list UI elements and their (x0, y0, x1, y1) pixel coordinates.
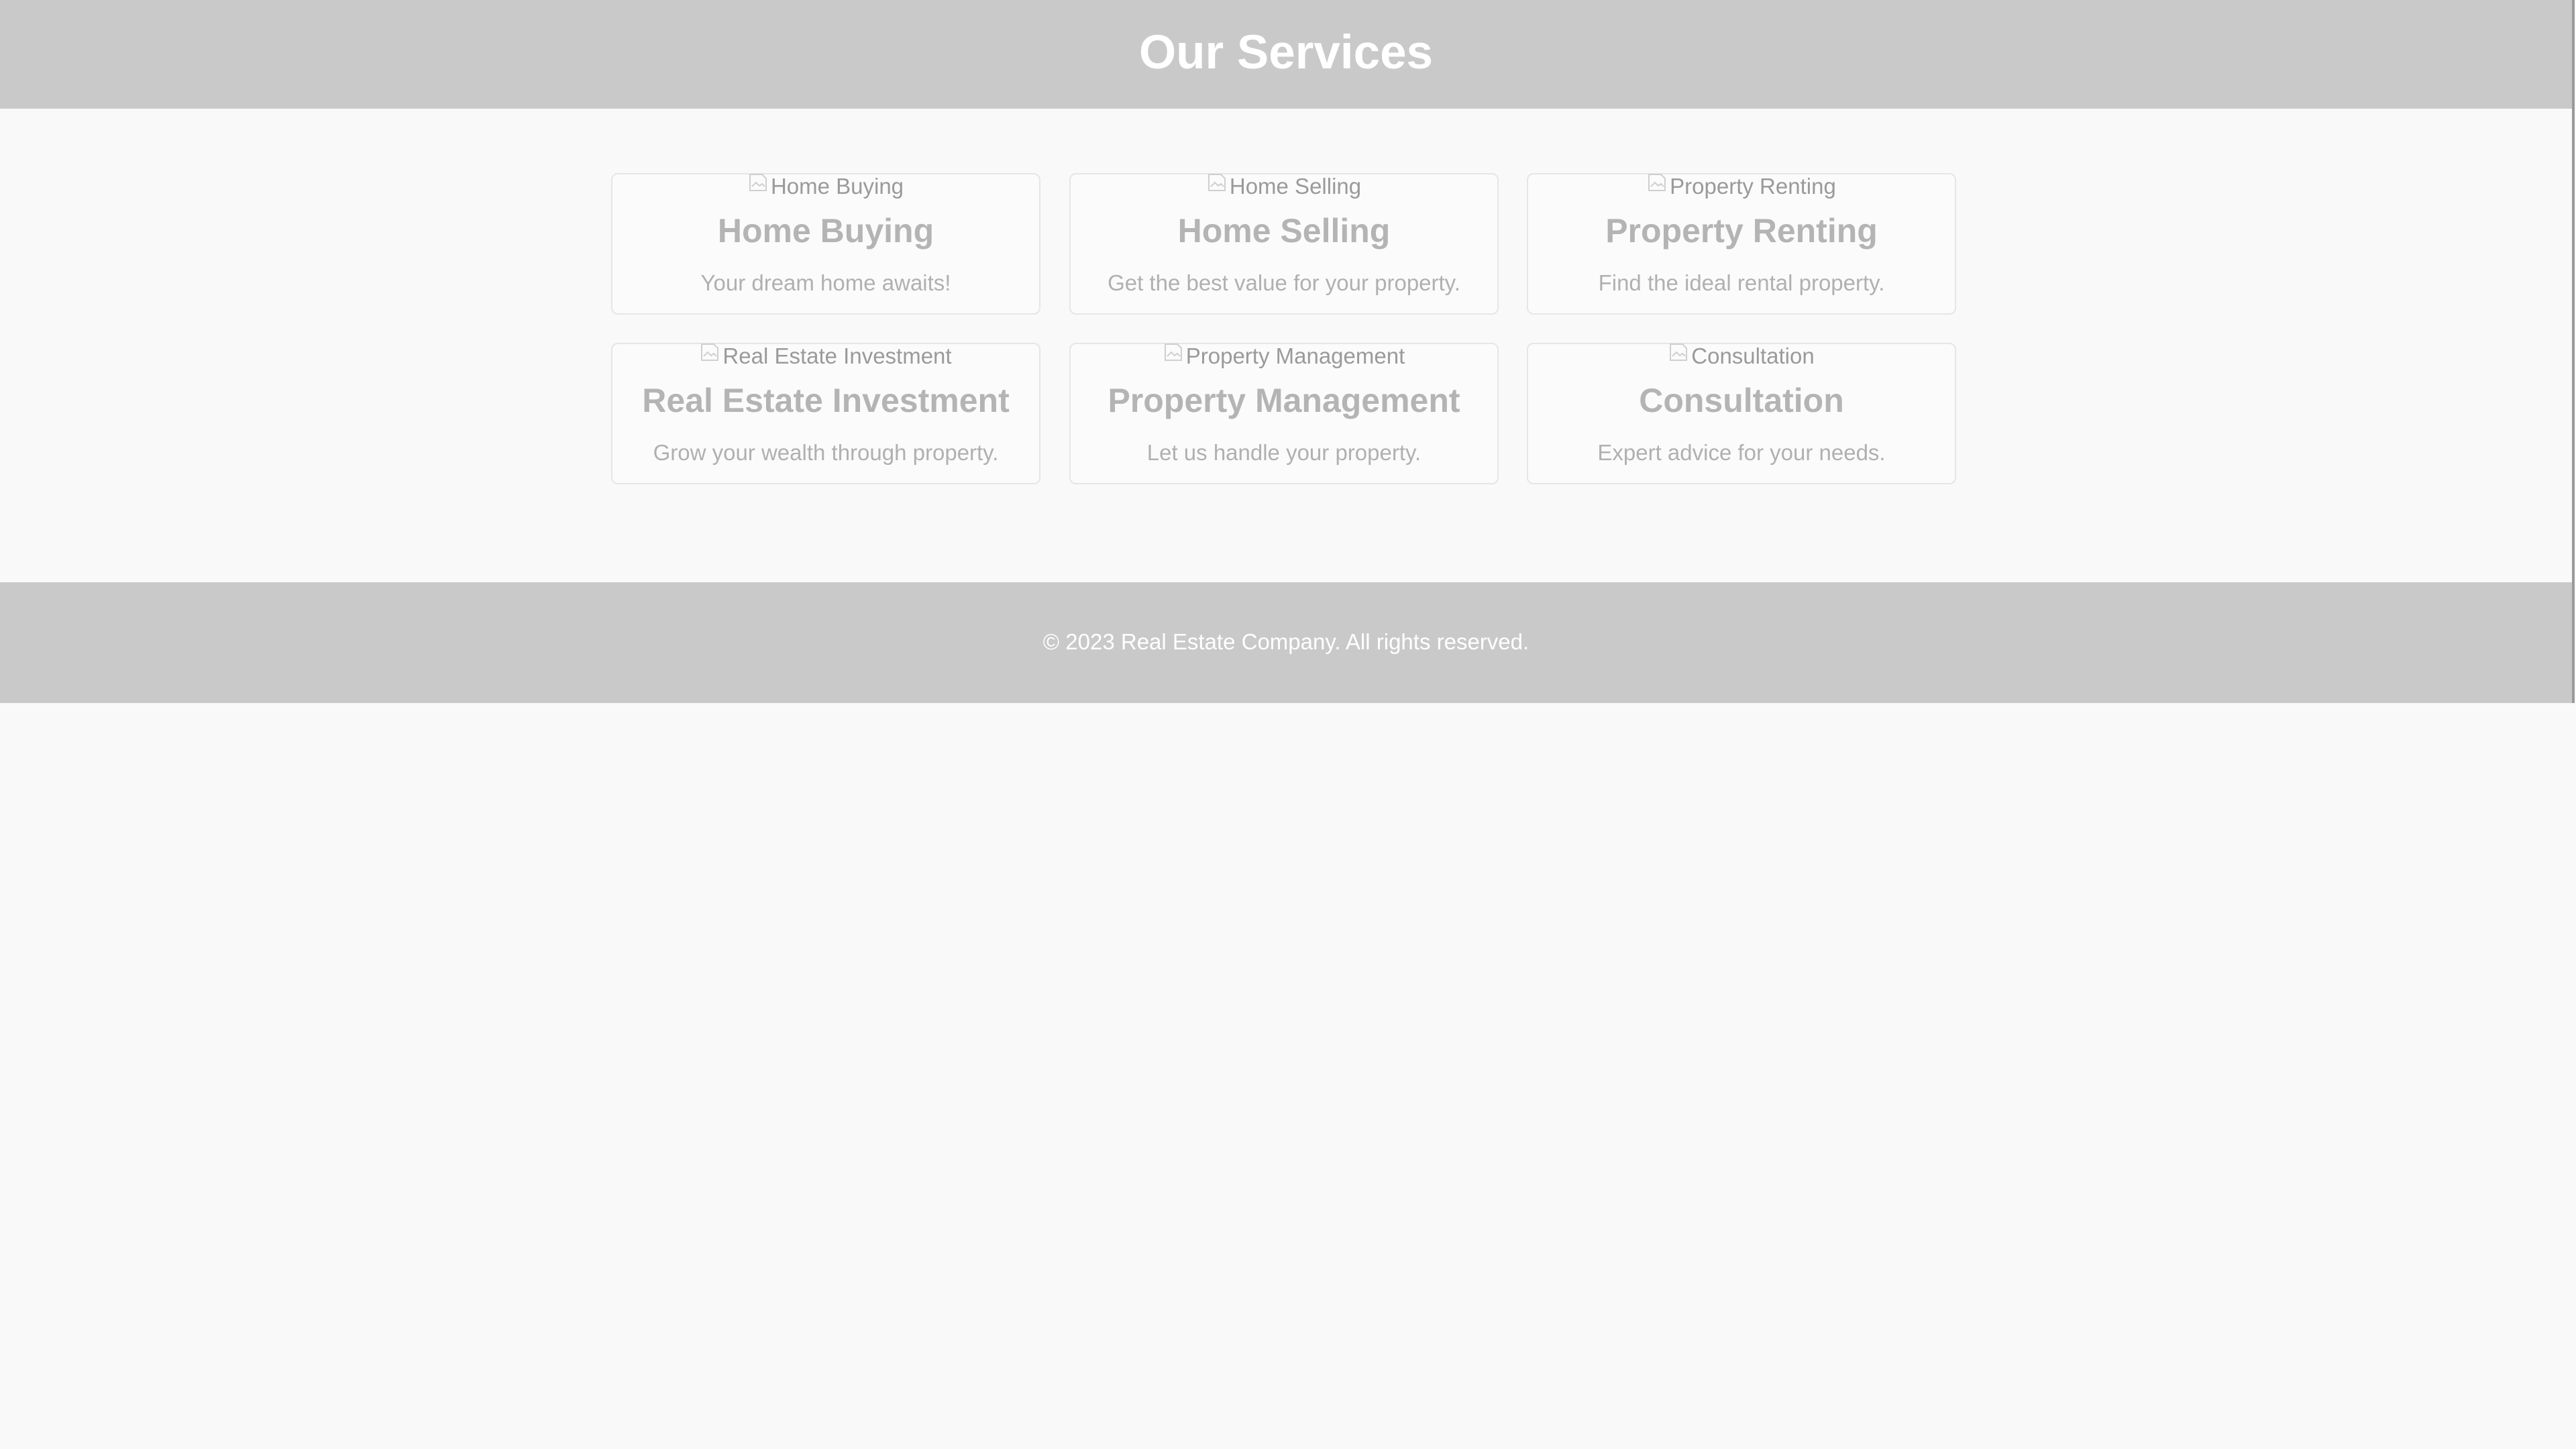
service-title: Home Buying (717, 212, 934, 250)
service-card[interactable]: Real Estate Investment Real Estate Inves… (611, 343, 1040, 484)
service-card[interactable]: Home Buying Home Buying Your dream home … (611, 173, 1040, 315)
service-description: Your dream home awaits! (700, 270, 951, 295)
service-description: Expert advice for your needs. (1597, 440, 1886, 465)
broken-image-icon (700, 341, 720, 363)
service-image: Real Estate Investment (612, 343, 1039, 368)
copyright-text: © 2023 Real Estate Company. All rights r… (1042, 629, 1529, 654)
service-description: Grow your wealth through property. (653, 440, 999, 465)
service-description: Get the best value for your property. (1108, 270, 1460, 295)
broken-image-icon (748, 172, 768, 193)
service-image: Property Renting (1528, 172, 1955, 199)
broken-image-icon (1207, 172, 1227, 193)
services-grid: Home Buying Home Buying Your dream home … (0, 0, 2576, 1449)
service-image: Home Selling (1071, 172, 1497, 199)
service-card[interactable]: Consultation Consultation Expert advice … (1527, 343, 1956, 484)
service-image-alt: Consultation (1691, 343, 1815, 368)
service-card[interactable]: Property Renting Property Renting Find t… (1527, 173, 1956, 315)
service-image: Consultation (1528, 343, 1955, 368)
service-description: Let us handle your property. (1146, 440, 1421, 465)
broken-image-icon (1668, 341, 1688, 363)
service-card[interactable]: Home Selling Home Selling Get the best v… (1069, 173, 1499, 315)
service-title: Consultation (1639, 382, 1844, 419)
service-image-alt: Home Selling (1229, 174, 1362, 199)
service-title: Property Renting (1605, 212, 1878, 250)
service-description: Find the ideal rental property. (1598, 270, 1885, 295)
service-title: Home Selling (1177, 212, 1391, 250)
service-title: Real Estate Investment (642, 382, 1010, 419)
service-image-alt: Real Estate Investment (722, 343, 952, 368)
service-card[interactable]: Property Management Property Management … (1069, 343, 1499, 484)
service-image: Property Management (1071, 343, 1497, 368)
site-footer: © 2023 Real Estate Company. All rights r… (0, 582, 2572, 703)
service-image-alt: Property Renting (1670, 174, 1836, 199)
service-image-alt: Home Buying (770, 174, 904, 199)
service-title: Property Management (1108, 382, 1460, 419)
service-image: Home Buying (612, 172, 1039, 199)
page: Our Services Home Buying Home Buying You… (0, 0, 2576, 1449)
broken-image-icon (1163, 341, 1183, 363)
broken-image-icon (1647, 172, 1667, 193)
service-image-alt: Property Management (1185, 343, 1405, 368)
